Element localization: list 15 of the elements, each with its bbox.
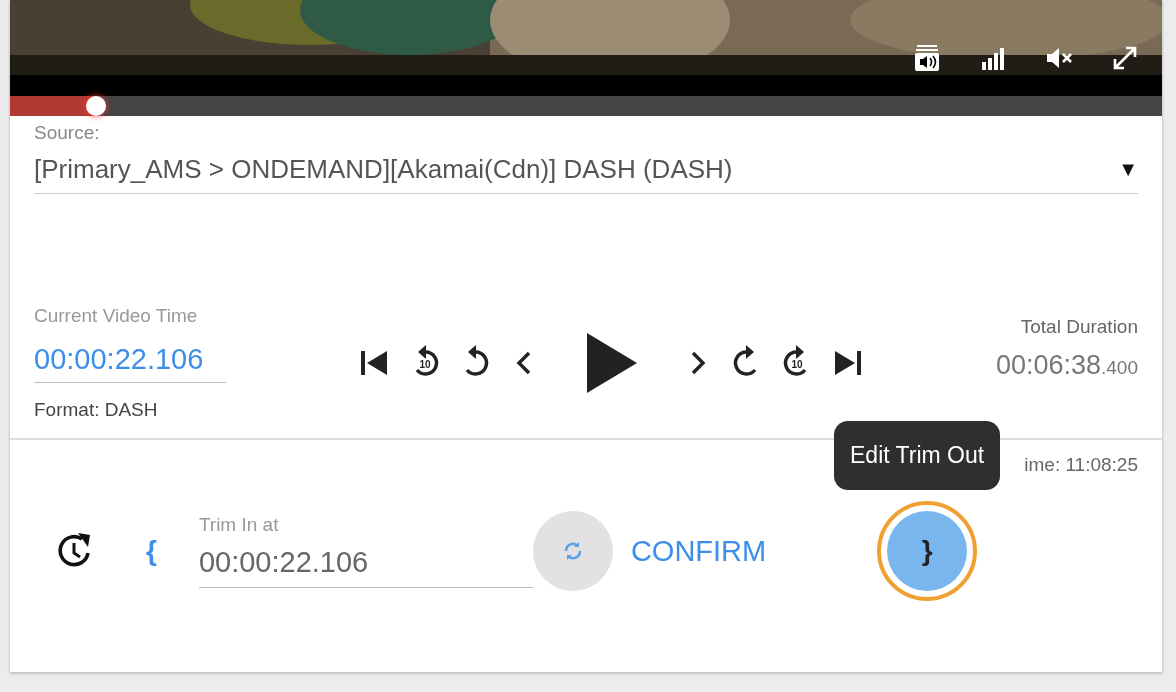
current-time-value: 00:00:22.106	[34, 327, 226, 383]
caret-icon: ▼	[1118, 158, 1138, 181]
source-label: Source:	[34, 122, 101, 144]
field-label: Current Video Time	[34, 305, 199, 327]
trim-out-button[interactable]: }	[887, 511, 968, 591]
audio-track-icon[interactable]	[912, 44, 942, 72]
server-time-text: ime: 11:08:25	[1024, 454, 1138, 477]
source-dropdown[interactable]: [Primary_AMS > ONDEMAND][Akamai(Cdn)] DASH (DASH) ▼	[34, 144, 1138, 194]
total-duration-value: 00:06:38.400	[995, 349, 1138, 381]
progress-thumb[interactable]	[86, 96, 107, 116]
tooltip: Edit Trim Out	[834, 421, 1001, 490]
progress-track[interactable]	[10, 96, 1162, 116]
format-text: Format: DASH	[34, 399, 159, 421]
trim-in-field[interactable]: Trim In at 00:00:22.106	[198, 514, 533, 588]
field-label: Total Duration	[1020, 315, 1138, 338]
